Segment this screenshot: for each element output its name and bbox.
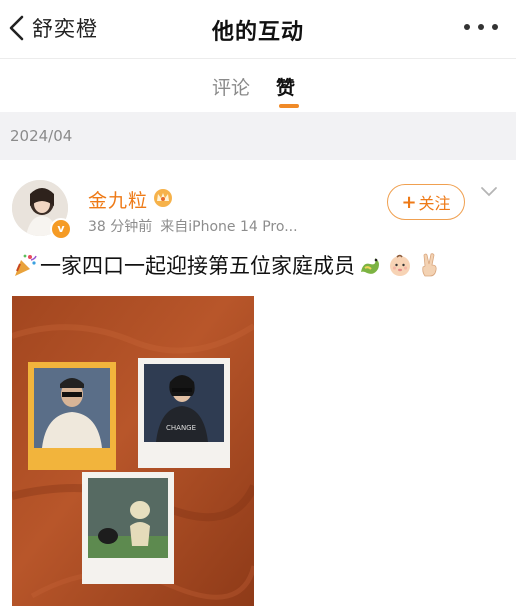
verified-badge-icon: v xyxy=(50,218,72,240)
active-tab-indicator xyxy=(279,104,299,108)
baby-face-icon xyxy=(390,254,410,276)
date-section-header: 2024/04 xyxy=(0,112,516,160)
svg-text:CHANGE: CHANGE xyxy=(166,424,196,432)
page-title: 他的互动 xyxy=(211,20,304,45)
polaroid-photo-image: CHANGE xyxy=(12,296,254,606)
author-name[interactable]: 金九粒 xyxy=(88,186,148,213)
post-meta: 38 分钟前 来自iPhone 14 Pro... xyxy=(88,216,298,236)
follow-button[interactable]: + 关注 xyxy=(387,184,465,220)
member-crown-icon xyxy=(154,189,172,207)
tab-comments[interactable]: 评论 xyxy=(212,73,250,100)
post-text: 一家四口一起迎接第五位家庭成员 xyxy=(10,250,445,280)
post-image[interactable]: CHANGE xyxy=(12,296,254,606)
tab-bar: 评论 赞 xyxy=(0,58,516,113)
plus-icon: + xyxy=(401,191,417,213)
top-nav-bar: 舒奕橙 他的互动 xyxy=(0,0,516,58)
party-popper-icon xyxy=(15,254,37,276)
post-time: 38 分钟前 xyxy=(88,219,153,235)
peace-hand-icon xyxy=(422,253,437,277)
post-source: 来自iPhone 14 Pro... xyxy=(160,219,298,235)
section-date: 2024/04 xyxy=(10,127,73,145)
post-card: v 金九粒 38 分钟前 来自iPhone 14 Pro... + 关注 一家四口… xyxy=(0,160,516,606)
more-options-icon[interactable] xyxy=(464,22,498,32)
dragon-icon xyxy=(361,258,379,274)
chevron-down-icon[interactable] xyxy=(480,186,498,198)
post-body-text: 一家四口一起迎接第五位家庭成员 xyxy=(40,254,355,278)
follow-label: 关注 xyxy=(418,194,451,213)
tab-likes[interactable]: 赞 xyxy=(276,73,295,100)
